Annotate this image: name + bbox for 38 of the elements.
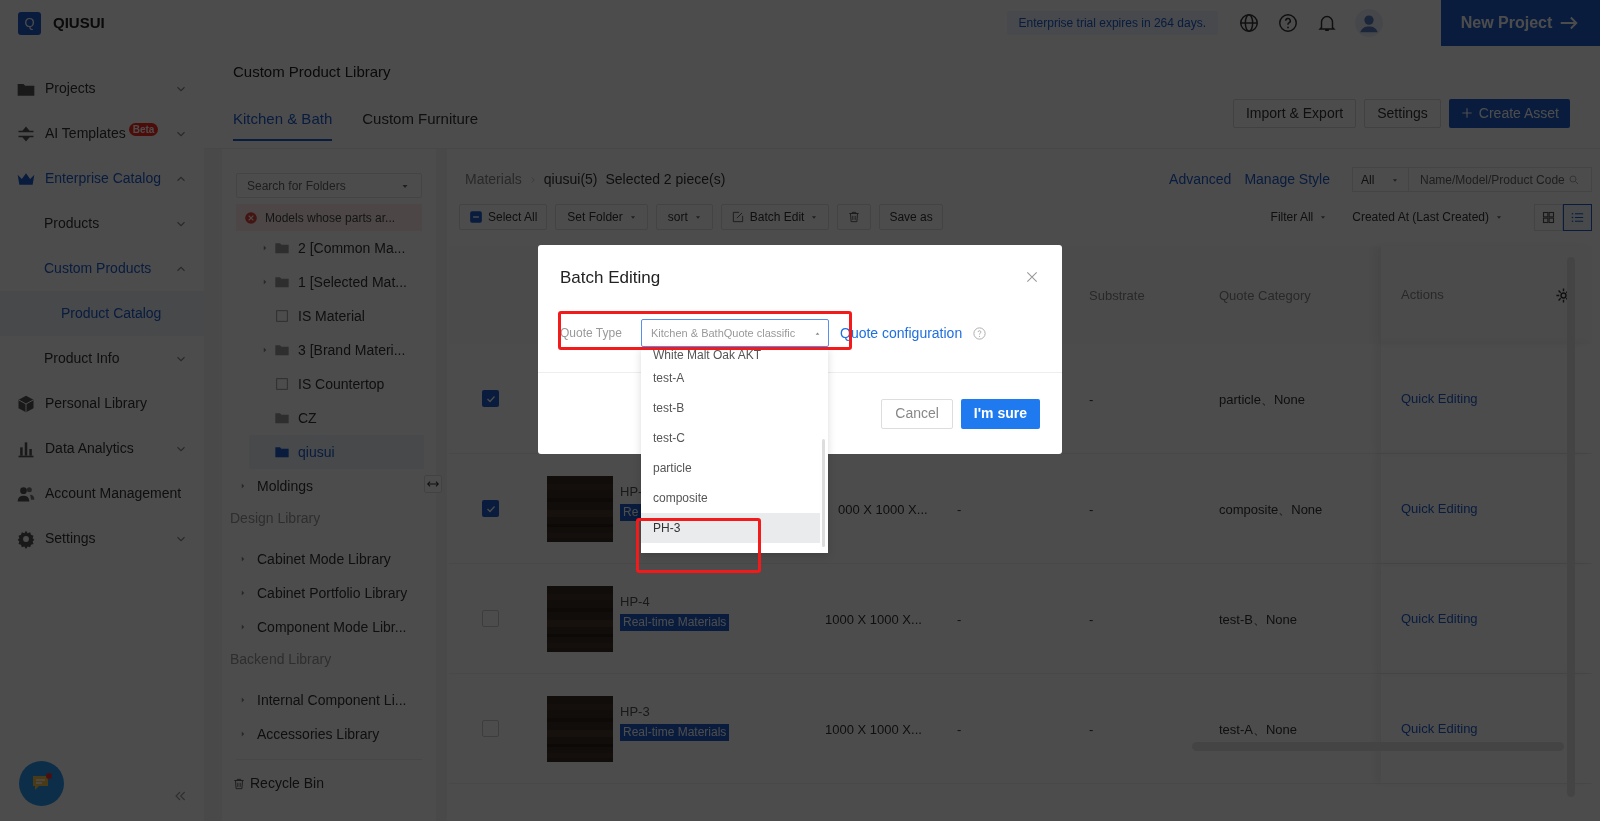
- table-cell: -: [1089, 611, 1094, 627]
- sort-dropdown[interactable]: Created At (Last Created): [1352, 208, 1504, 226]
- cancel-button[interactable]: Cancel: [881, 398, 953, 429]
- dropdown-option[interactable]: PH-3: [641, 513, 820, 543]
- error-text: Models whose parts ar...: [265, 209, 396, 227]
- dialog-title: Batch Editing: [560, 267, 661, 290]
- sidebar-item[interactable]: Data Analytics: [45, 438, 134, 459]
- recycle-bin-link[interactable]: Recycle Bin: [250, 773, 324, 794]
- confirm-button[interactable]: I'm sure: [960, 398, 1040, 429]
- sidebar-item[interactable]: Projects: [45, 78, 96, 99]
- selection-count: Selected 2 piece(s): [605, 170, 726, 189]
- size-text: 1000 X 1000 X...: [825, 611, 922, 627]
- sidebar-item[interactable]: AI Templates: [45, 123, 126, 144]
- table-cell: -: [957, 501, 962, 517]
- size-text: 1000 X 1000 X...: [825, 721, 922, 737]
- breadcrumb-item[interactable]: qiusui(5): [543, 169, 598, 190]
- tab[interactable]: Custom Furniture: [362, 99, 479, 141]
- link[interactable]: Manage Style: [1244, 169, 1330, 190]
- size-text: 000 X 1000 X...: [838, 501, 928, 517]
- sidebar-item[interactable]: Personal Library: [45, 393, 147, 414]
- table-cell: -: [957, 721, 962, 737]
- table-cell: -: [1089, 391, 1094, 407]
- table-cell: -: [1089, 501, 1094, 517]
- brand-name: QIUSUI: [53, 12, 105, 33]
- close-icon[interactable]: [1024, 269, 1040, 285]
- scrollbar[interactable]: [822, 439, 825, 547]
- help-icon[interactable]: [972, 325, 988, 341]
- table-cell: test-A、None: [1219, 721, 1298, 737]
- filter-dropdown[interactable]: Filter All: [1270, 208, 1329, 226]
- sidebar-item[interactable]: Settings: [45, 528, 96, 549]
- sidebar-item[interactable]: Enterprise Catalog: [45, 168, 161, 189]
- page-title: Custom Product Library: [233, 62, 392, 82]
- table-cell: -: [957, 611, 962, 627]
- table-cell: test-B、None: [1219, 611, 1298, 627]
- table-cell: composite、None: [1219, 501, 1323, 517]
- field-label: Quote Type: [560, 325, 623, 342]
- table-cell: -: [1089, 721, 1094, 737]
- table-cell: particle、None: [1219, 391, 1305, 407]
